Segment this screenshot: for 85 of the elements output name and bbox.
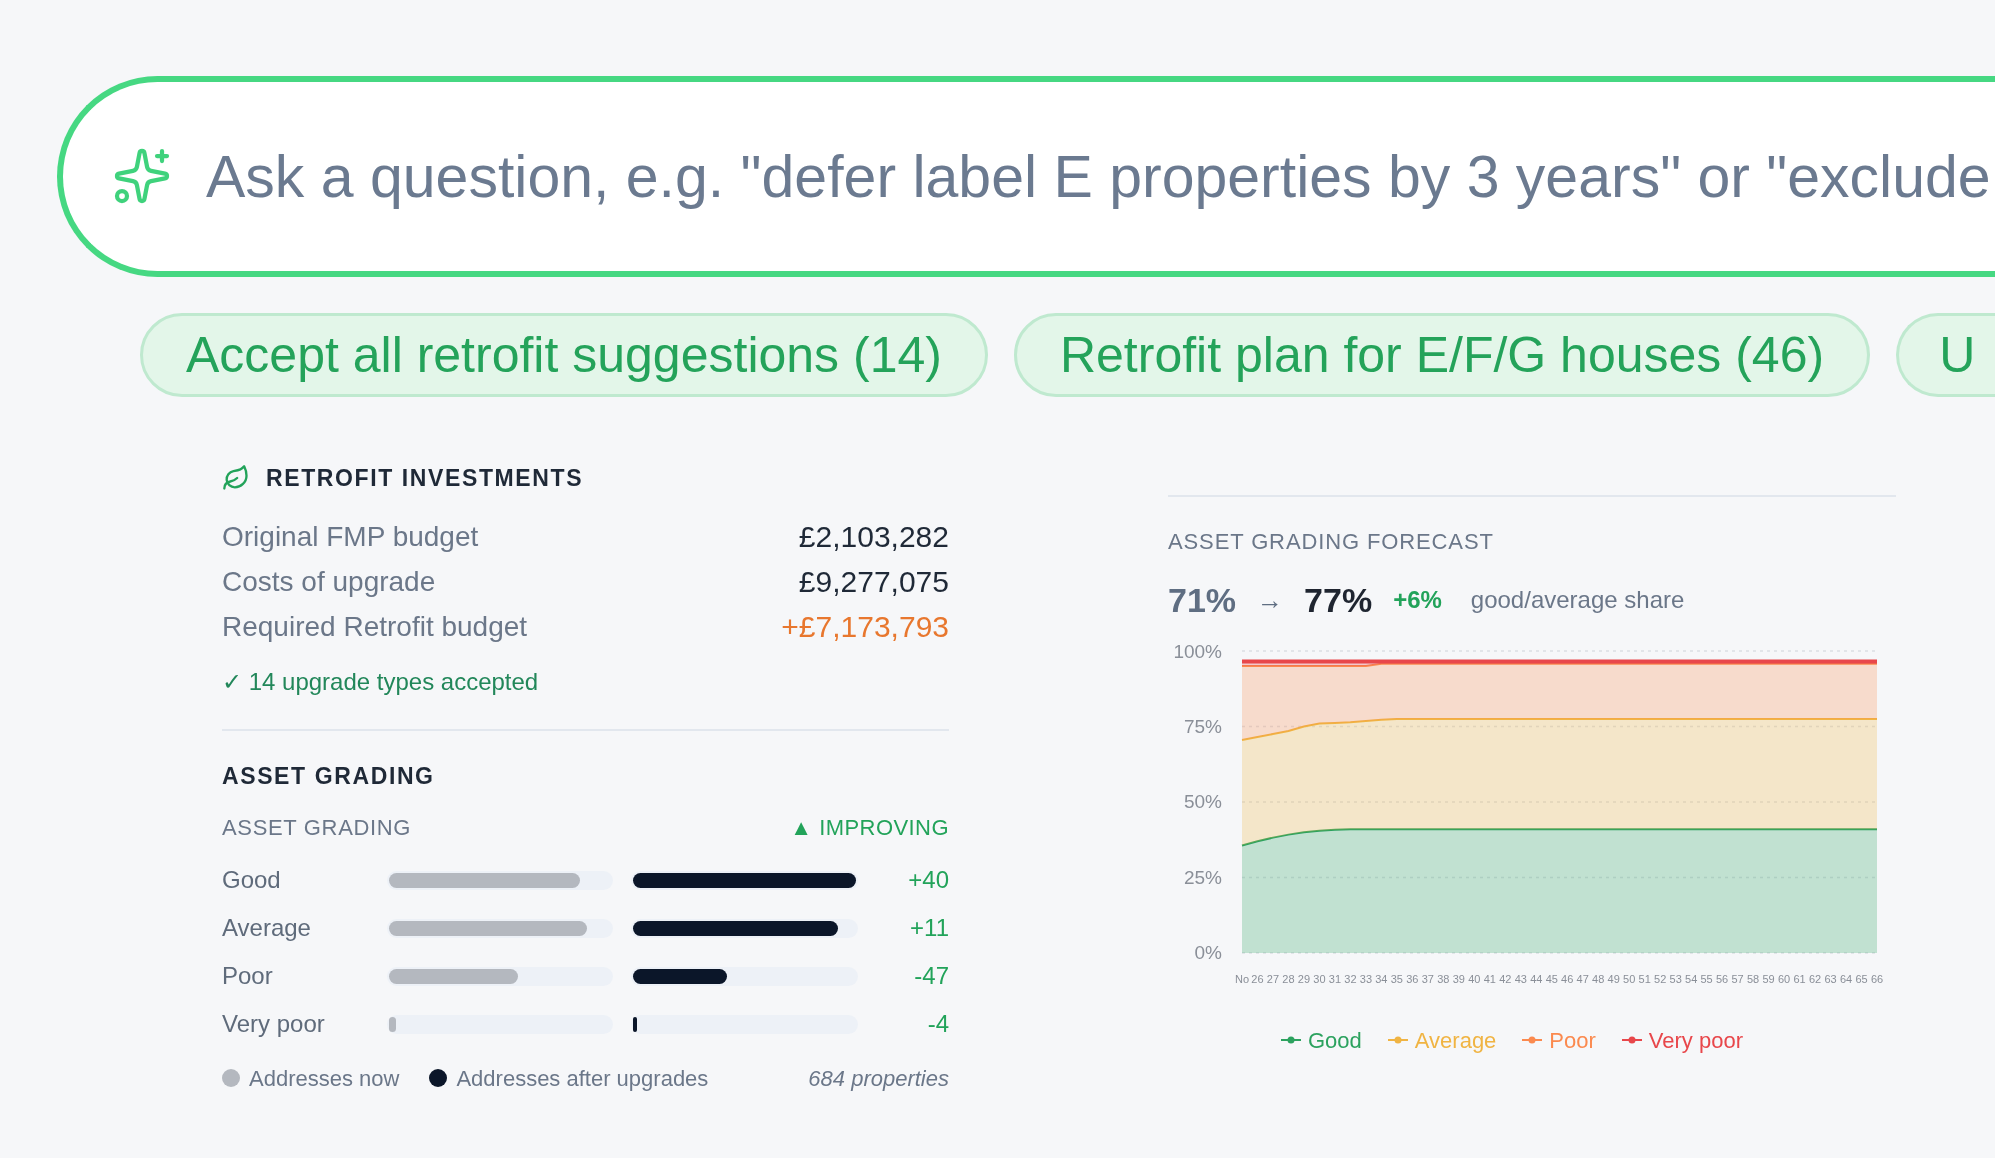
- x-axis-label: 42: [1499, 973, 1512, 985]
- share-value: 77%: [1304, 579, 1373, 621]
- x-axis-label: 59: [1762, 973, 1775, 985]
- change-value: +40: [907, 865, 949, 895]
- x-axis-label: 29: [1297, 973, 1311, 985]
- row-label: Costs of upgrade: [222, 564, 436, 599]
- x-axis-label: 53: [1669, 973, 1682, 985]
- y-axis-label: 75%: [1183, 715, 1222, 737]
- x-axis-label: 52: [1654, 973, 1667, 985]
- x-axis-label: 41: [1483, 973, 1496, 985]
- change-value: +11: [909, 913, 949, 943]
- x-axis-label: 55: [1700, 973, 1713, 985]
- x-axis-label: 27: [1266, 973, 1280, 985]
- x-axis-label: 28: [1282, 973, 1295, 985]
- x-axis-label: 66: [1870, 973, 1884, 985]
- x-axis-label: 39: [1452, 973, 1465, 985]
- row-value: +£7,173,793: [781, 609, 949, 645]
- suggestion-chip[interactable]: Retrofit plan for E/F/G houses (46): [1013, 313, 1871, 397]
- legend-label: Poor: [1549, 1026, 1596, 1055]
- x-axis-label: 31: [1328, 973, 1342, 985]
- x-axis-label: 50: [1623, 973, 1636, 985]
- legend-label: Average: [1414, 1026, 1497, 1055]
- status-note: ✓ 14 upgrade types accepted: [222, 667, 539, 697]
- x-axis-label: 54: [1685, 973, 1698, 985]
- sparkles-icon: [112, 146, 172, 206]
- grade-label: Good: [222, 865, 282, 895]
- section-title: ASSET GRADING: [222, 761, 435, 791]
- trend-label: ▲ IMPROVING: [790, 813, 949, 842]
- row-label: Original FMP budget: [222, 519, 479, 554]
- grade-label: Poor: [222, 961, 274, 991]
- x-axis-label: 49: [1607, 973, 1620, 985]
- grade-label: Very poor: [222, 1009, 326, 1039]
- y-axis-label: 100%: [1173, 641, 1222, 662]
- x-axis-label: 61: [1793, 973, 1806, 985]
- section-subtitle: ASSET GRADING: [222, 813, 412, 842]
- x-axis-label: 37: [1421, 973, 1434, 985]
- share-value: 71%: [1168, 579, 1237, 621]
- legend-label: Very poor: [1648, 1026, 1743, 1055]
- change-value: +6%: [1393, 585, 1442, 615]
- x-axis-label: 34: [1375, 973, 1388, 985]
- legend-label: Good: [1308, 1026, 1362, 1055]
- change-value: -4: [926, 1009, 949, 1039]
- grade-label: Average: [222, 913, 312, 943]
- x-axis-label: 44: [1530, 973, 1543, 985]
- x-axis-label: 51: [1638, 973, 1651, 985]
- x-axis-label: 58: [1746, 973, 1760, 985]
- x-axis-label: 48: [1592, 973, 1605, 985]
- y-axis-label: 25%: [1183, 866, 1222, 888]
- x-axis-label: 38: [1437, 973, 1450, 985]
- x-axis-label: 36: [1406, 973, 1419, 985]
- x-axis-label: No: [1234, 973, 1250, 985]
- legend-label: Addresses now: [249, 1064, 400, 1093]
- x-axis-label: 26: [1251, 973, 1264, 985]
- suggestion-chip[interactable]: Accept all retrofit suggestions (14): [140, 313, 988, 397]
- arrow-symbol: →: [1257, 583, 1284, 617]
- x-axis-label: 60: [1777, 973, 1791, 985]
- section-title: RETROFIT INVESTMENTS: [266, 463, 584, 493]
- chart-title: ASSET GRADING FORECAST: [1168, 527, 1494, 556]
- search-field[interactable]: Ask a question, e.g. "defer label E properties by 3 years" or "exclude: [57, 76, 1995, 277]
- x-axis-label: 32: [1344, 973, 1357, 985]
- x-axis-label: 62: [1808, 973, 1822, 985]
- legend-label: Addresses after upgrades: [456, 1064, 709, 1093]
- x-axis-label: 56: [1716, 973, 1729, 985]
- share-caption: good/average share: [1470, 585, 1685, 615]
- property-count: 684 properties: [808, 1064, 949, 1093]
- x-axis-label: 46: [1561, 973, 1574, 985]
- row-value: £9,277,075: [798, 564, 949, 600]
- suggestion-chip[interactable]: U: [1896, 313, 1995, 397]
- x-axis-label: 35: [1390, 973, 1403, 985]
- x-axis-label: 63: [1824, 973, 1837, 985]
- x-axis-label: 30: [1313, 973, 1326, 985]
- y-axis-label: 0%: [1194, 942, 1222, 963]
- y-axis-label: 50%: [1183, 791, 1222, 812]
- leaf-icon: [222, 464, 250, 492]
- change-value: -47: [913, 961, 949, 991]
- x-axis-label: 40: [1468, 973, 1481, 985]
- x-axis-label: 33: [1359, 973, 1373, 985]
- x-axis-label: 45: [1545, 973, 1558, 985]
- x-axis-label: 57: [1731, 973, 1744, 985]
- x-axis-label: 64: [1839, 973, 1853, 985]
- row-value: £2,103,282: [798, 519, 949, 555]
- x-axis-label: 47: [1576, 973, 1589, 985]
- row-label: Required Retrofit budget: [222, 609, 528, 644]
- x-axis-label: 43: [1514, 973, 1527, 985]
- x-axis-label: 65: [1855, 973, 1868, 985]
